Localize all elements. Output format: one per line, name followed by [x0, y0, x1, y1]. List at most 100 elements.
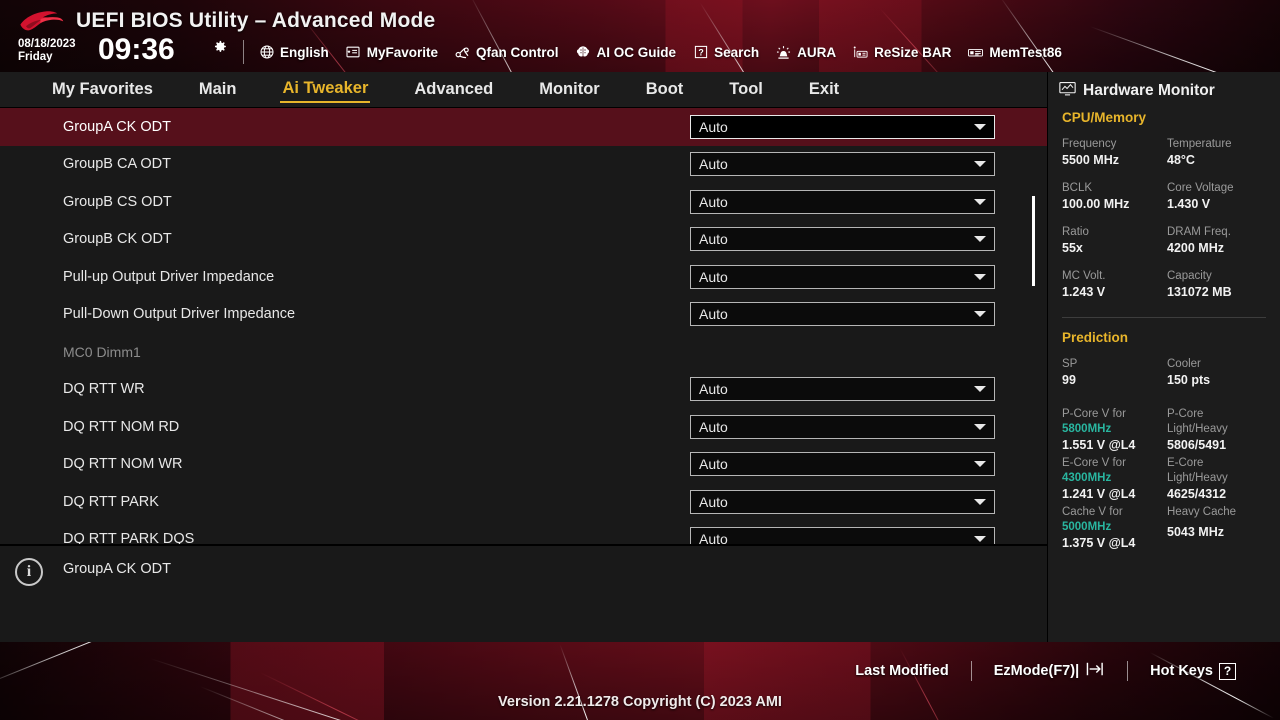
- chevron-down-icon: [974, 273, 986, 280]
- resize-bar-button[interactable]: ReSize BAR: [852, 44, 951, 61]
- info-icon: i: [15, 558, 43, 586]
- setting-dropdown[interactable]: Auto: [690, 114, 995, 139]
- hw-stat-value: 4200 MHz: [1167, 241, 1224, 255]
- tab-boot[interactable]: Boot: [644, 78, 686, 102]
- header-bar: UEFI BIOS Utility – Advanced Mode 08/18/…: [0, 0, 1280, 72]
- setting-value: Auto: [699, 456, 728, 473]
- setting-row[interactable]: DQ RTT NOM WR Auto: [0, 446, 1047, 484]
- qfan-control-button[interactable]: Qfan Control: [454, 44, 559, 61]
- fan-icon: [454, 44, 471, 61]
- setting-row[interactable]: DQ RTT NOM RD Auto: [0, 408, 1047, 446]
- star-list-icon: [345, 44, 362, 61]
- chevron-down-icon: [974, 386, 986, 393]
- hw-pred-rvalue: 4625/4312: [1167, 487, 1227, 501]
- aura-button[interactable]: AURA: [775, 44, 836, 61]
- hw-stat: Capacity 131072 MB: [1167, 269, 1266, 300]
- last-modified-button[interactable]: Last Modified: [833, 663, 970, 679]
- settings-scrollbar-track[interactable]: [1032, 108, 1035, 544]
- setting-dropdown[interactable]: Auto: [690, 302, 995, 327]
- setting-value: Auto: [699, 306, 728, 323]
- setting-label: GroupB CA ODT: [63, 156, 171, 173]
- setting-label: GroupB CS ODT: [63, 193, 172, 210]
- search-label: Search: [714, 44, 760, 60]
- hw-pred-key1: E-Core V for: [1062, 457, 1126, 469]
- language-button[interactable]: English: [258, 44, 329, 61]
- setting-dropdown[interactable]: Auto: [690, 152, 995, 177]
- ai-oc-guide-button[interactable]: AI OC Guide: [575, 44, 677, 61]
- setting-row[interactable]: GroupB CA ODT Auto: [0, 146, 1047, 184]
- setting-label: DQ RTT WR: [63, 381, 145, 398]
- section-label: MC0 Dimm1: [63, 343, 141, 360]
- hardware-monitor-title: Hardware Monitor: [1083, 82, 1215, 99]
- setting-dropdown[interactable]: Auto: [690, 452, 995, 477]
- hw-prediction-detail-grid: P-Core V for 5800MHz 1.551 V @L4 P-Core …: [1062, 407, 1266, 554]
- hw-prediction-ecore-volt: E-Core V for 4300MHz 1.241 V @L4: [1062, 456, 1161, 502]
- setting-dropdown[interactable]: Auto: [690, 527, 995, 544]
- hw-pred-key1: P-Core V for: [1062, 408, 1126, 420]
- gear-icon[interactable]: [211, 38, 228, 55]
- version-text: Version 2.21.1278 Copyright (C) 2023 AMI: [498, 694, 782, 710]
- monitor-icon: [1058, 80, 1077, 102]
- hw-divider: [1062, 317, 1266, 318]
- hw-pred-rvalue: 5806/5491: [1167, 438, 1227, 452]
- question-box-icon: ?: [692, 44, 709, 61]
- hw-section-cpu-memory: CPU/Memory: [1062, 110, 1147, 125]
- tab-my-favorites[interactable]: My Favorites: [50, 78, 155, 102]
- tab-monitor[interactable]: Monitor: [537, 78, 601, 102]
- language-label: English: [280, 44, 329, 60]
- hw-stat-value: 100.00 MHz: [1062, 197, 1130, 211]
- hw-stat: MC Volt. 1.243 V: [1062, 269, 1161, 300]
- tab-main[interactable]: Main: [197, 78, 239, 102]
- tab-exit[interactable]: Exit: [807, 78, 841, 102]
- setting-dropdown[interactable]: Auto: [690, 264, 995, 289]
- setting-row[interactable]: Pull-up Output Driver Impedance Auto: [0, 258, 1047, 296]
- chevron-down-icon: [974, 423, 986, 430]
- setting-value: Auto: [699, 193, 728, 210]
- hw-stat-key: DRAM Freq.: [1167, 226, 1231, 238]
- search-button[interactable]: ? Search: [692, 44, 759, 61]
- hot-keys-button[interactable]: Hot Keys ?: [1128, 662, 1258, 680]
- question-box-icon: ?: [1219, 662, 1236, 680]
- hw-stat-key: Capacity: [1167, 270, 1212, 282]
- setting-dropdown[interactable]: Auto: [690, 414, 995, 439]
- setting-dropdown[interactable]: Auto: [690, 489, 995, 514]
- arrow-enter-icon: [1085, 661, 1105, 681]
- chevron-down-icon: [974, 198, 986, 205]
- hw-pred-value: 1.551 V @L4: [1062, 438, 1136, 452]
- hw-stat: Ratio 55x: [1062, 225, 1161, 256]
- hw-stat-key: Temperature: [1167, 138, 1232, 150]
- ai-oc-guide-label: AI OC Guide: [596, 44, 677, 60]
- setting-dropdown[interactable]: Auto: [690, 377, 995, 402]
- myfavorite-label: MyFavorite: [366, 44, 439, 60]
- setting-label: DQ RTT PARK: [63, 493, 159, 510]
- setting-row[interactable]: Pull-Down Output Driver Impedance Auto: [0, 296, 1047, 334]
- setting-label: Pull-Down Output Driver Impedance: [63, 306, 296, 323]
- setting-row[interactable]: GroupA CK ODT Auto: [0, 108, 1047, 146]
- hw-pred-rkey1: Heavy Cache: [1167, 506, 1237, 518]
- tab-ai-tweaker[interactable]: Ai Tweaker: [280, 77, 371, 103]
- setting-row[interactable]: DQ RTT PARK DQS Auto: [0, 521, 1047, 544]
- setting-dropdown[interactable]: Auto: [690, 189, 995, 214]
- setting-row[interactable]: DQ RTT PARK Auto: [0, 483, 1047, 521]
- memtest86-button[interactable]: MemTest86: [967, 44, 1062, 61]
- setting-row[interactable]: GroupB CS ODT Auto: [0, 183, 1047, 221]
- ezmode-button[interactable]: EzMode(F7)|: [972, 661, 1127, 681]
- hw-prediction-pcore-lh: P-Core Light/Heavy 5806/5491: [1167, 407, 1266, 453]
- settings-scrollbar-thumb[interactable]: [1032, 196, 1035, 286]
- tab-advanced[interactable]: Advanced: [412, 78, 495, 102]
- setting-row[interactable]: DQ RTT WR Auto: [0, 371, 1047, 409]
- myfavorite-button[interactable]: MyFavorite: [345, 44, 438, 61]
- hw-stat-value: 48°C: [1167, 153, 1195, 167]
- hw-pred-freq: 4300MHz: [1062, 472, 1112, 484]
- setting-value: Auto: [699, 381, 728, 398]
- hw-stat-value: 99: [1062, 373, 1076, 387]
- setting-row[interactable]: GroupB CK ODT Auto: [0, 221, 1047, 259]
- hw-prediction-heavy-cache: Heavy Cache 5043 MHz: [1167, 505, 1266, 551]
- hw-prediction-pcore-volt: P-Core V for 5800MHz 1.551 V @L4: [1062, 407, 1161, 453]
- setting-dropdown[interactable]: Auto: [690, 227, 995, 252]
- tab-tool[interactable]: Tool: [727, 78, 765, 102]
- setting-value: Auto: [699, 268, 728, 285]
- hw-stat: SP 99: [1062, 357, 1161, 388]
- hot-keys-label: Hot Keys: [1150, 663, 1213, 679]
- info-text: GroupA CK ODT: [63, 561, 171, 577]
